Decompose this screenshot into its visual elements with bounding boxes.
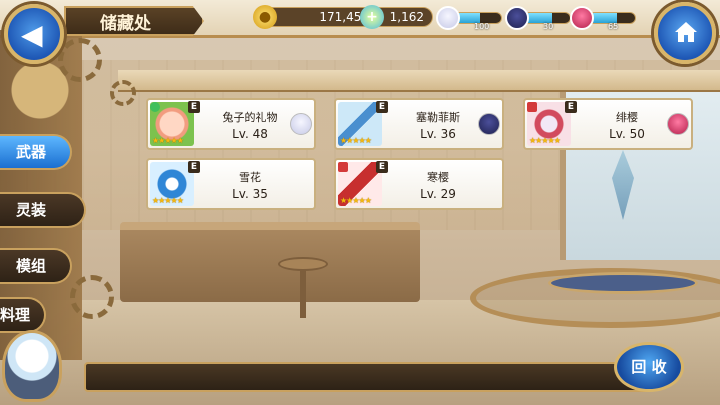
tab-spirit-gear[interactable]: 灵装: [0, 192, 86, 228]
grade-badge: E: [188, 161, 200, 173]
item-level: Lv. 50: [609, 127, 645, 141]
gem-counter[interactable]: + 1,162: [360, 5, 433, 29]
item-name: 塞勒菲斯: [416, 111, 460, 124]
gear-icon: [110, 80, 136, 106]
item-level: Lv. 35: [232, 187, 268, 201]
item-name: 雪花: [239, 171, 261, 184]
back-arrow-icon: ◀: [21, 18, 43, 51]
owner-avatar: [667, 113, 689, 135]
stool-leg: [300, 270, 306, 318]
item-level: Lv. 36: [420, 127, 456, 141]
grade-badge: E: [376, 101, 388, 113]
avatar: [436, 6, 460, 30]
item-name: 兔子的礼物: [222, 111, 278, 124]
avatar: [570, 6, 594, 30]
magic-circle-inner: [548, 272, 698, 294]
item-level: Lv. 48: [232, 127, 268, 141]
item-card[interactable]: E ★★★★★ 雪花 Lv. 35: [146, 158, 316, 210]
recycle-button[interactable]: 回 收: [614, 342, 684, 392]
item-name: 寒樱: [427, 171, 449, 184]
gear-icon: [58, 38, 102, 82]
shop-counter: [120, 222, 420, 302]
item-card[interactable]: E ★★★★★ 兔子的礼物 Lv. 48: [146, 98, 316, 150]
star-rating: ★★★★★: [340, 196, 372, 205]
gold-coin-icon: ●: [253, 5, 277, 29]
gem-plus-icon: +: [360, 5, 384, 29]
member-level: 65: [608, 22, 619, 31]
member-level: 100: [474, 22, 490, 31]
item-card[interactable]: E ★★★★★ 塞勒菲斯 Lv. 36: [334, 98, 504, 150]
tab-weapons[interactable]: 武器: [0, 134, 72, 170]
owner-avatar: [478, 113, 500, 135]
tab-cooking[interactable]: 料理: [0, 297, 46, 333]
star-rating: ★★★★★: [152, 136, 184, 145]
mascot-icon[interactable]: [2, 330, 62, 402]
item-level: Lv. 29: [420, 187, 456, 201]
panel-rail: [118, 70, 720, 92]
grade-badge: E: [188, 101, 200, 113]
owner-avatar: [290, 113, 312, 135]
gear-icon: [70, 275, 114, 319]
avatar: [505, 6, 529, 30]
gem-value: 1,162: [389, 10, 424, 24]
grade-badge: E: [376, 161, 388, 173]
page-title: 储藏处: [100, 14, 151, 34]
item-card[interactable]: E ★★★★★ 寒樱 Lv. 29: [334, 158, 504, 210]
stool: [278, 257, 328, 271]
star-rating: ★★★★★: [340, 136, 372, 145]
home-icon: [675, 22, 697, 42]
tab-modules[interactable]: 模组: [0, 248, 72, 284]
element-icon: [338, 162, 348, 172]
home-button[interactable]: [654, 2, 716, 64]
star-rating: ★★★★★: [152, 196, 184, 205]
element-icon: [150, 102, 160, 112]
item-card[interactable]: E ★★★★★ 绯樱 Lv. 50: [523, 98, 693, 150]
star-rating: ★★★★★: [529, 136, 561, 145]
member-level: 30: [543, 22, 554, 31]
grade-badge: E: [565, 101, 577, 113]
item-name: 绯樱: [616, 111, 638, 124]
back-button[interactable]: ◀: [4, 4, 64, 64]
bottom-info-bar: [84, 362, 654, 392]
element-icon: [527, 102, 537, 112]
